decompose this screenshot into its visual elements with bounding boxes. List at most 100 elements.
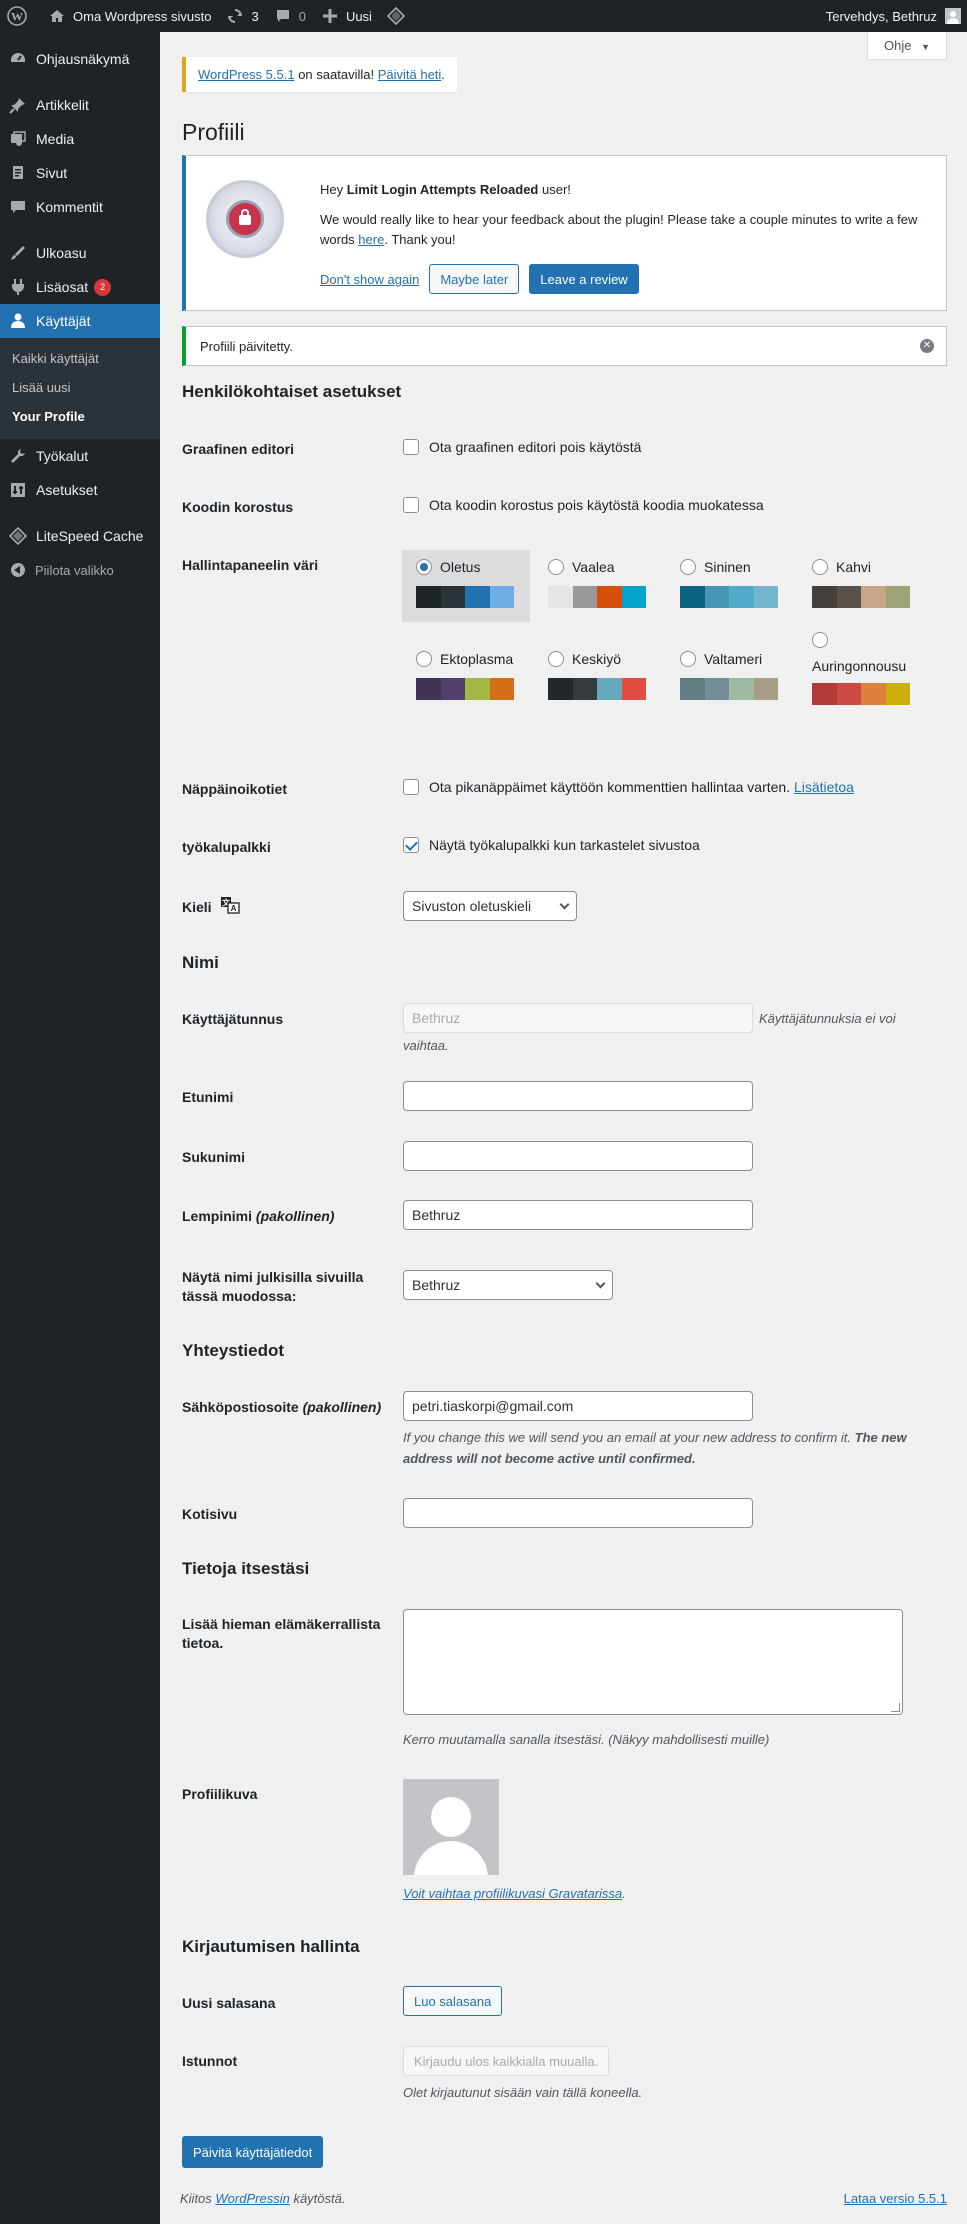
color-scheme-valtameri[interactable]: Valtameri (666, 642, 794, 714)
menu-tools[interactable]: Työkalut (0, 439, 160, 473)
color-scheme-sininen[interactable]: Sininen (666, 550, 794, 622)
color-swatch (753, 678, 778, 700)
color-swatch (621, 586, 646, 608)
wordpress-version-link[interactable]: WordPress 5.5.1 (198, 67, 295, 82)
menu-comments[interactable]: Kommentit (0, 190, 160, 224)
llar-here-link[interactable]: here (358, 232, 384, 247)
download-version-link[interactable]: Lataa versio 5.5.1 (844, 2191, 947, 2206)
color-scheme-auringonnousu[interactable]: Auringonnousu (798, 623, 926, 715)
dismiss-notice-icon[interactable]: ✕ (920, 339, 934, 353)
gravatar-link[interactable]: Voit vaihtaa profiilikuvasi Gravatarissa (403, 1886, 622, 1901)
email-input[interactable]: petri.tiaskorpi@gmail.com (403, 1391, 753, 1421)
nickname-input[interactable]: Bethruz (403, 1200, 753, 1230)
visual-editor-text: Ota graafinen editori pois käytöstä (429, 439, 642, 455)
litespeed-menu[interactable] (379, 0, 419, 32)
comments-count: 0 (298, 8, 306, 24)
generate-password-button[interactable]: Luo salasana (403, 1986, 503, 2016)
toolbar-text: Näytä työkalupalkki kun tarkastelet sivu… (429, 837, 700, 853)
color-swatch (489, 586, 514, 608)
toolbar-checkbox[interactable] (403, 837, 419, 853)
llar-lock-logo-icon (206, 180, 284, 258)
syntax-highlight-checkbox[interactable] (403, 497, 419, 513)
color-scheme-radio[interactable] (812, 559, 828, 575)
visual-editor-checkbox[interactable] (403, 439, 419, 455)
submenu-all-users[interactable]: Kaikki käyttäjät (0, 344, 160, 373)
color-scheme-keskiyo[interactable]: Keskiyö (534, 642, 662, 714)
color-scheme-radio[interactable] (548, 559, 564, 575)
scheme-name: Auringonnousu (812, 658, 907, 674)
display-name-select[interactable]: Bethruz (403, 1270, 613, 1300)
menu-label: Sivut (36, 165, 68, 181)
dont-show-again-link[interactable]: Don't show again (320, 272, 419, 287)
maybe-later-button[interactable]: Maybe later (429, 264, 520, 294)
site-name-menu[interactable]: Oma Wordpress sivusto (40, 0, 218, 32)
website-label: Kotisivu (182, 1506, 238, 1522)
language-select[interactable]: Sivuston oletuskieli (403, 891, 577, 921)
wordpress-link[interactable]: WordPressin (215, 2191, 289, 2206)
color-scheme-radio[interactable] (416, 651, 432, 667)
color-scheme-radio[interactable] (416, 559, 432, 575)
color-scheme-radio[interactable] (680, 651, 696, 667)
color-scheme-kahvi[interactable]: Kahvi (798, 550, 926, 622)
submenu-add-new[interactable]: Lisää uusi (0, 373, 160, 402)
color-scheme-vaalea[interactable]: Vaalea (534, 550, 662, 622)
collapse-menu-button[interactable]: Piilota valikko (0, 553, 160, 587)
sessions-label: Istunnot (182, 2053, 238, 2069)
more-info-link[interactable]: Lisätietoa (794, 779, 854, 795)
update-profile-button[interactable]: Päivitä käyttäjätiedot (182, 2136, 324, 2168)
tools-icon (8, 446, 28, 466)
website-input[interactable] (403, 1498, 753, 1528)
color-swatch (812, 683, 837, 705)
color-swatch (465, 678, 490, 700)
keyboard-shortcuts-text: Ota pikanäppäimet käyttöön kommenttien h… (429, 779, 794, 795)
display-name-label: Näytä nimi julkisilla sivuilla tässä muo… (182, 1269, 364, 1304)
menu-settings[interactable]: Asetukset (0, 473, 160, 507)
plugins-update-badge: 2 (94, 278, 112, 296)
menu-appearance[interactable]: Ulkoasu (0, 236, 160, 270)
menu-posts[interactable]: Artikkelit (0, 88, 160, 122)
leave-review-button[interactable]: Leave a review (529, 264, 639, 294)
profile-picture-group: Voit vaihtaa profiilikuvasi Gravatarissa… (403, 1779, 626, 1904)
menu-label: Ulkoasu (36, 245, 87, 261)
update-now-link[interactable]: Päivitä heti (378, 67, 442, 82)
last-name-input[interactable] (403, 1141, 753, 1171)
color-swatch (704, 678, 729, 700)
footer: Kiitos WordPressin käytöstä. Lataa versi… (180, 2191, 947, 2206)
keyboard-shortcuts-checkbox[interactable] (403, 779, 419, 795)
first-name-input[interactable] (403, 1081, 753, 1111)
new-password-label: Uusi salasana (182, 1995, 276, 2011)
color-scheme-radio[interactable] (680, 559, 696, 575)
profile-updated-notice: Profiili päivitetty. ✕ (182, 326, 947, 366)
color-scheme-oletus[interactable]: Oletus (402, 550, 530, 622)
visual-editor-option: Ota graafinen editori pois käytöstä (403, 439, 641, 455)
color-swatch (861, 683, 886, 705)
admin-menu: Ohjausnäkymä Artikkelit Media Sivut Komm… (0, 32, 160, 2224)
submenu-your-profile[interactable]: Your Profile (0, 402, 160, 431)
color-scheme-radio[interactable] (812, 632, 828, 648)
color-scheme-ektoplasma[interactable]: Ektoplasma (402, 642, 530, 714)
new-content-menu[interactable]: Uusi (313, 0, 379, 32)
bio-textarea[interactable] (403, 1609, 903, 1715)
menu-dashboard[interactable]: Ohjausnäkymä (0, 42, 160, 76)
color-scheme-radio[interactable] (548, 651, 564, 667)
my-account-menu[interactable]: Tervehdys, Bethruz (819, 0, 967, 32)
help-tab-button[interactable]: Ohje ▼ (866, 32, 947, 60)
menu-pages[interactable]: Sivut (0, 156, 160, 190)
menu-users[interactable]: Käyttäjät (0, 304, 160, 338)
nickname-label: Lempinimi (pakollinen) (182, 1208, 335, 1224)
scheme-name: Oletus (440, 559, 481, 575)
personal-options-heading: Henkilökohtaiset asetukset (182, 382, 402, 401)
updates-menu[interactable]: 3 (218, 0, 265, 32)
comments-menu[interactable]: 0 (266, 0, 313, 32)
color-swatch (885, 586, 910, 608)
menu-media[interactable]: Media (0, 122, 160, 156)
translation-icon: 文A (220, 896, 240, 919)
menu-plugins[interactable]: Lisäosat 2 (0, 270, 160, 304)
bio-note: Kerro muutamalla sanalla itsestäsi. (Näk… (403, 1732, 770, 1747)
menu-litespeed-cache[interactable]: LiteSpeed Cache (0, 519, 160, 553)
sessions-note: Olet kirjautunut sisään vain tällä konee… (403, 2085, 643, 2100)
scheme-name: Sininen (704, 559, 751, 575)
wp-logo-menu[interactable]: W (0, 0, 40, 32)
scheme-name: Vaalea (572, 559, 615, 575)
updates-icon (225, 6, 245, 26)
